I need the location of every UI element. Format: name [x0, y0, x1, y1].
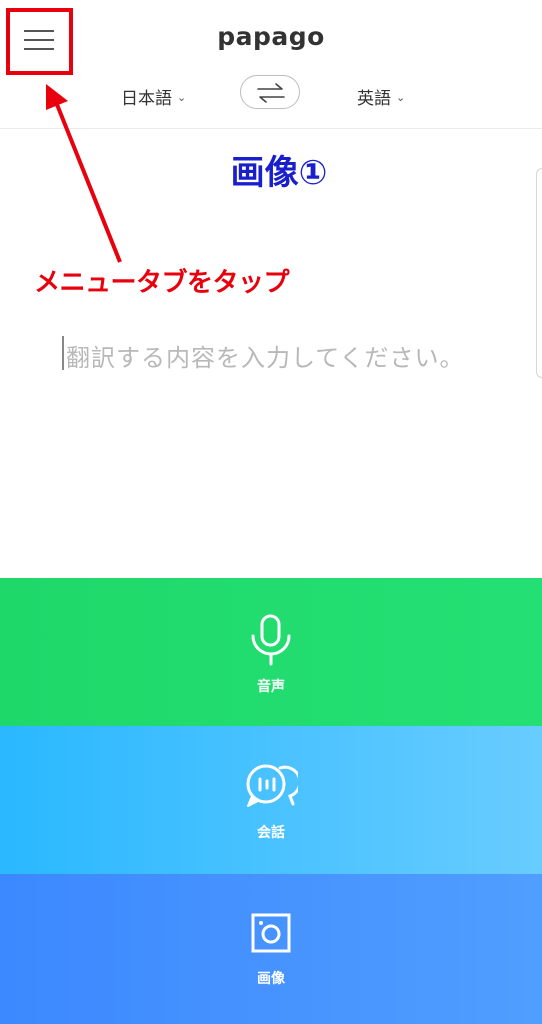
voice-mode-label: 音声	[257, 679, 285, 695]
side-handle[interactable]	[536, 168, 542, 378]
conversation-mode-button[interactable]: 会話	[0, 726, 542, 874]
voice-mode-button[interactable]: 音声	[0, 578, 542, 726]
annotation-label: メニュータブをタップ	[34, 268, 290, 298]
translation-input[interactable]: 翻訳する内容を入力してください。	[66, 338, 465, 373]
camera-icon	[251, 913, 291, 953]
microphone-icon	[251, 614, 291, 666]
chat-bubbles-icon	[246, 764, 298, 807]
text-cursor	[62, 336, 64, 370]
image-mode-button[interactable]: 画像	[0, 874, 542, 1024]
conversation-mode-label: 会話	[257, 825, 285, 841]
image-mode-label: 画像	[257, 971, 285, 987]
